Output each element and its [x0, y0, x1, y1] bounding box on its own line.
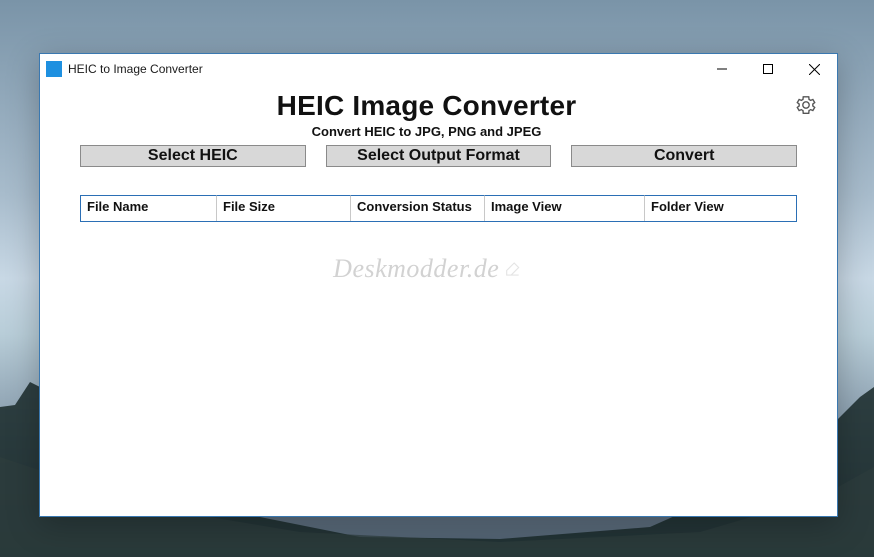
maximize-button[interactable] — [745, 54, 791, 84]
col-file-name[interactable]: File Name — [81, 195, 217, 221]
app-icon — [46, 61, 62, 77]
app-window: HEIC to Image Converter HEIC Image Conve… — [39, 53, 838, 517]
close-icon — [809, 64, 820, 75]
gear-icon — [795, 94, 817, 116]
titlebar[interactable]: HEIC to Image Converter — [40, 54, 837, 84]
watermark-text: Deskmodder.de — [333, 254, 499, 284]
maximize-icon — [763, 64, 773, 74]
table-header-row: File Name File Size Conversion Status Im… — [81, 195, 796, 221]
window-controls — [699, 54, 837, 84]
settings-button[interactable] — [795, 94, 817, 116]
page-subtitle: Convert HEIC to JPG, PNG and JPEG — [58, 124, 795, 139]
select-heic-button[interactable]: Select HEIC — [80, 145, 306, 167]
edit-icon — [503, 260, 521, 278]
minimize-button[interactable] — [699, 54, 745, 84]
select-output-format-button[interactable]: Select Output Format — [326, 145, 552, 167]
minimize-icon — [717, 64, 727, 74]
page-title: HEIC Image Converter — [58, 90, 795, 122]
col-conversion-status[interactable]: Conversion Status — [351, 195, 485, 221]
window-content: HEIC Image Converter Convert HEIC to JPG… — [40, 84, 837, 516]
col-image-view[interactable]: Image View — [485, 195, 645, 221]
window-title: HEIC to Image Converter — [68, 62, 203, 76]
convert-button[interactable]: Convert — [571, 145, 797, 167]
file-table: File Name File Size Conversion Status Im… — [80, 195, 797, 222]
watermark: Deskmodder.de — [333, 254, 521, 284]
col-folder-view[interactable]: Folder View — [645, 195, 796, 221]
action-button-row: Select HEIC Select Output Format Convert — [80, 145, 797, 167]
close-button[interactable] — [791, 54, 837, 84]
col-file-size[interactable]: File Size — [217, 195, 351, 221]
